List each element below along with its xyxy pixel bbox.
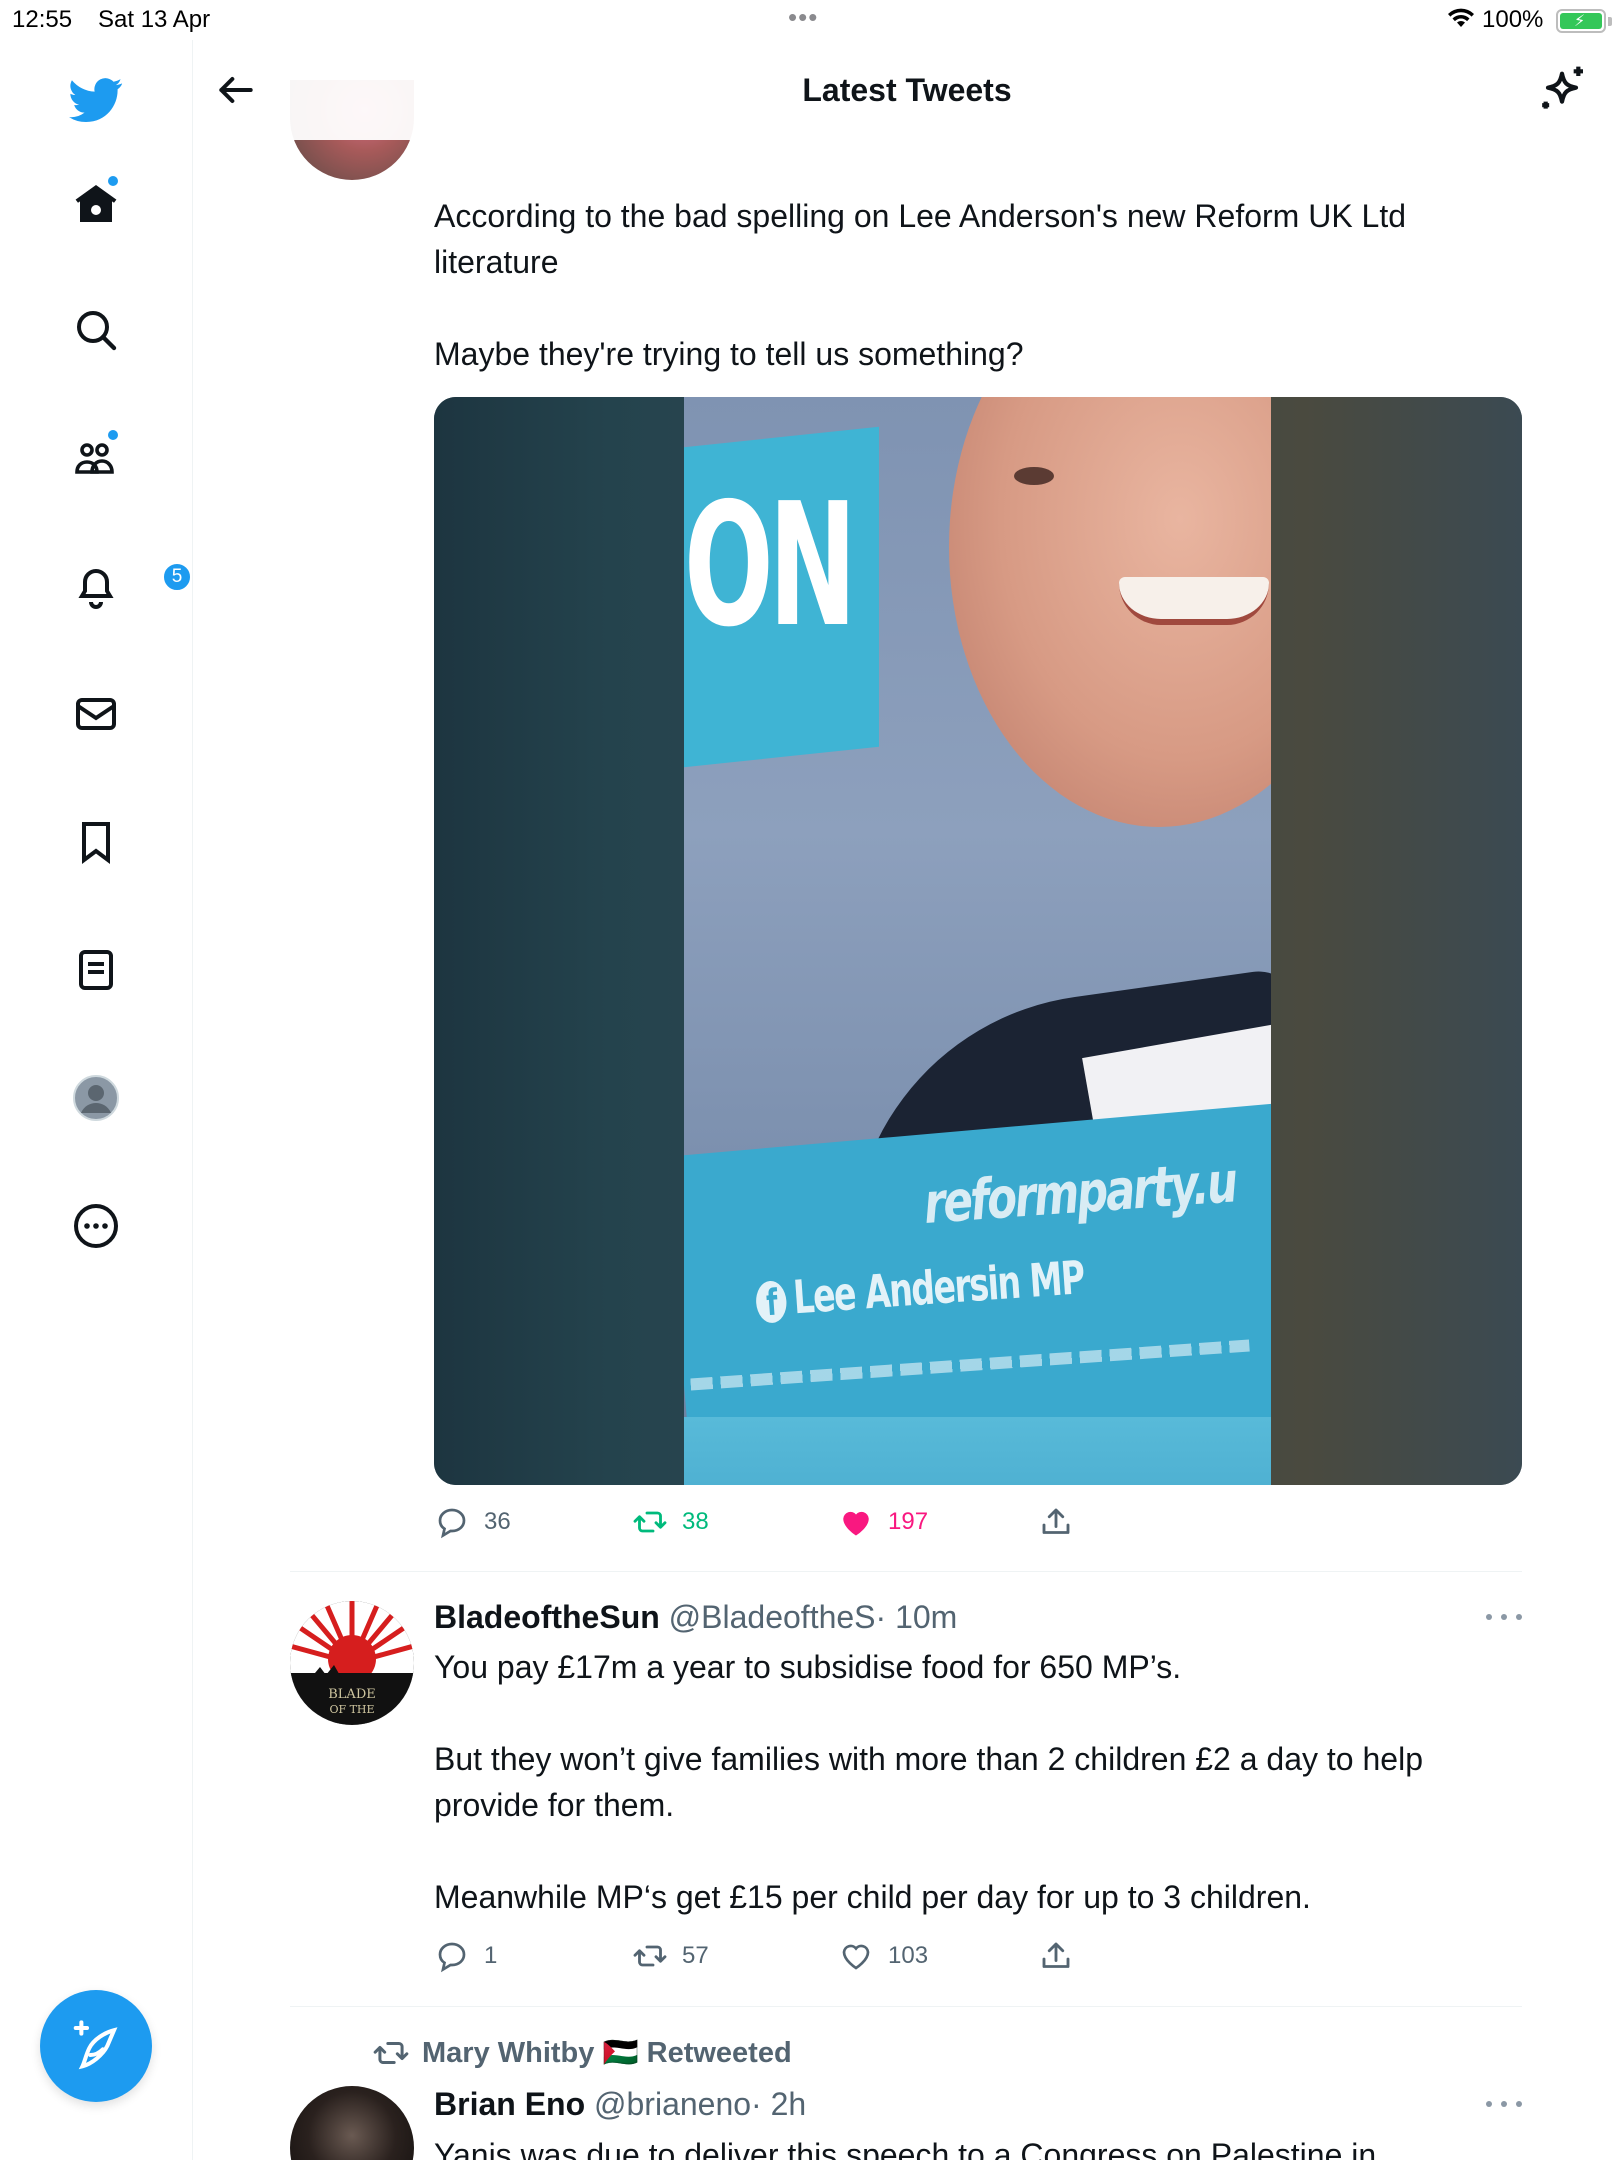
retweeted-by-text: Mary Whitby 🇵🇸 Retweeted <box>422 2037 792 2069</box>
profile-avatar-icon <box>73 1075 119 1121</box>
sidebar-item-bookmarks[interactable] <box>56 802 136 882</box>
bell-icon <box>78 569 114 609</box>
like-button[interactable]: 197 <box>838 1502 928 1542</box>
tweet-2-author-name[interactable]: BladeoftheSun <box>434 1599 660 1635</box>
search-icon <box>77 311 117 351</box>
tweet-3-avatar[interactable] <box>290 2086 414 2160</box>
sidebar-item-messages[interactable] <box>56 674 136 754</box>
avatar-logo-text: BLADE <box>328 1687 376 1702</box>
sidebar-item-profile[interactable] <box>56 1058 136 1138</box>
like-count: 103 <box>888 1942 929 1969</box>
tweet-3-handle[interactable]: @brianeno <box>594 2086 751 2122</box>
retweet-count: 57 <box>682 1942 709 1969</box>
status-date: Sat 13 Apr <box>98 6 211 33</box>
sidebar-item-notifications[interactable]: 5 <box>56 546 192 626</box>
reply-icon <box>438 1508 466 1539</box>
tweet-3-time: · 2h <box>751 2086 807 2122</box>
share-icon <box>1042 1508 1070 1534</box>
media-leaflet-stack <box>684 1417 1271 1485</box>
tweet-2-handle[interactable]: @BladeoftheS <box>669 1599 876 1635</box>
share-button[interactable] <box>1038 1502 1074 1542</box>
sidebar-item-more[interactable] <box>56 1186 136 1266</box>
like-count: 197 <box>888 1508 929 1535</box>
retweet-count: 38 <box>682 1508 709 1535</box>
sidebar-item-communities[interactable] <box>56 418 136 498</box>
facebook-icon: f <box>754 1279 788 1324</box>
status-time: 12:55 <box>12 6 73 33</box>
tweet-2-text: You pay £17m a year to subsidise food fo… <box>434 1649 1423 1915</box>
sidebar-item-home[interactable] <box>56 164 136 244</box>
reply-button[interactable]: 36 <box>434 1502 511 1542</box>
multitasking-dots-icon[interactable]: ••• <box>788 2 818 33</box>
sidebar-item-lists[interactable] <box>56 930 136 1010</box>
home-new-dot <box>108 176 118 186</box>
tweet-divider <box>290 1571 1522 1572</box>
heart-outline-icon <box>842 1944 870 1970</box>
rising-sun-logo-icon: BLADE OF THE <box>290 1601 414 1725</box>
media-photo: ON reformparty.u f Lee Andersin MP <box>684 397 1271 1485</box>
battery-icon: ⚡ <box>1556 9 1606 33</box>
tweet-2-avatar[interactable]: BLADE OF THE <box>290 1601 414 1725</box>
tweet-3-meta: Brian Eno @brianeno· 2h <box>434 2084 806 2124</box>
retweeted-by-line[interactable]: Mary Whitby 🇵🇸 Retweeted <box>372 2034 792 2072</box>
media-sign-text: ON <box>684 467 857 665</box>
media-eye-left <box>1014 467 1054 485</box>
tweet-3-author-name[interactable]: Brian Eno <box>434 2086 585 2122</box>
more-circle-icon <box>74 1204 118 1248</box>
home-icon <box>75 185 117 222</box>
status-bar: 12:55 Sat 13 Apr ••• 100% ⚡ <box>0 0 1620 40</box>
sparkle-timeline-icon[interactable] <box>1534 62 1590 118</box>
compose-tweet-button[interactable] <box>40 1990 152 2102</box>
retweet-icon <box>373 2041 409 2065</box>
communities-icon <box>75 443 114 474</box>
retweet-icon <box>633 1945 667 1967</box>
sidebar: 5 <box>0 40 193 2160</box>
share-icon <box>1042 1942 1070 1968</box>
page-title: Latest Tweets <box>802 72 1012 108</box>
reply-count: 36 <box>484 1508 511 1535</box>
retweet-icon <box>633 1511 667 1533</box>
tweet-3-text: Yanis was due to deliver this speech to … <box>434 2137 1377 2160</box>
wifi-icon <box>1448 8 1474 27</box>
tweet-1-media-image[interactable]: ON reformparty.u f Lee Andersin MP <box>434 397 1522 1485</box>
media-smile <box>1119 577 1269 625</box>
tweet-2-more-button[interactable] <box>1486 1607 1522 1627</box>
tweet-2-actions: 1 57 103 <box>434 1936 1134 1976</box>
tweet-3-more-button[interactable] <box>1486 2094 1522 2114</box>
compose-feather-icon <box>73 2020 118 2070</box>
reply-count: 1 <box>484 1942 498 1969</box>
reply-button[interactable]: 1 <box>434 1936 497 1976</box>
tweet-1-actions: 36 38 197 <box>434 1502 1134 1542</box>
retweet-button[interactable]: 57 <box>632 1936 709 1976</box>
top-header: Latest Tweets <box>194 40 1620 140</box>
retweet-button[interactable]: 38 <box>632 1502 709 1542</box>
twitter-logo-icon[interactable] <box>56 60 136 140</box>
tweet-1-text: According to the bad spelling on Lee And… <box>434 198 1407 372</box>
tweet-divider <box>290 2006 1522 2007</box>
battery-percent: 100% <box>1482 6 1544 33</box>
svg-text:OF THE: OF THE <box>329 1703 374 1716</box>
mail-icon <box>76 698 116 730</box>
sidebar-item-search[interactable] <box>56 290 136 370</box>
share-button[interactable] <box>1038 1936 1074 1976</box>
battery-nub <box>1608 17 1612 26</box>
communities-new-dot <box>108 430 118 440</box>
tweet-2-meta: BladeoftheSun @BladeoftheS· 10m <box>434 1597 957 1637</box>
bookmark-icon <box>82 822 110 864</box>
reply-icon <box>438 1942 466 1973</box>
like-button[interactable]: 103 <box>838 1936 928 1976</box>
notifications-badge: 5 <box>162 562 192 592</box>
list-icon <box>79 950 113 990</box>
tweet-2-time: · 10m <box>875 1599 958 1635</box>
heart-filled-icon <box>843 1511 869 1536</box>
